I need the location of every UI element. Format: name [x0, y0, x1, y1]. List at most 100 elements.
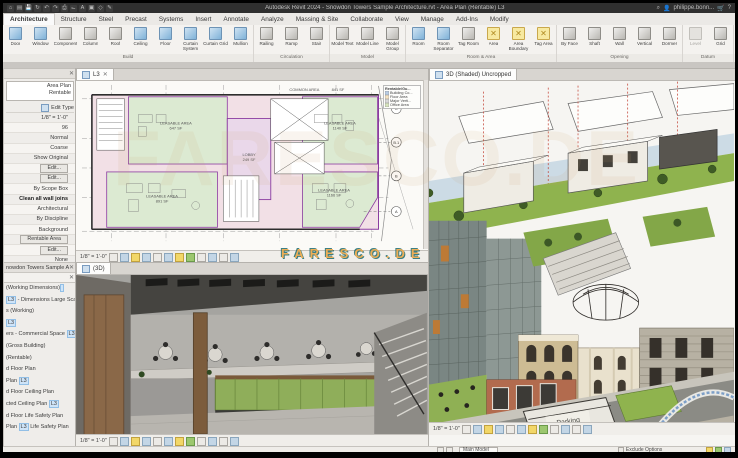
tree-item[interactable]: L3 — [4, 318, 76, 330]
color-scheme-button[interactable]: Rentable Area — [20, 235, 68, 244]
mullion-button[interactable]: Mullion — [228, 26, 253, 51]
roof-button[interactable]: Roof — [103, 26, 128, 51]
temporary-hide-icon[interactable] — [528, 425, 537, 434]
temporary-hide-icon[interactable] — [175, 253, 184, 262]
model-group-button[interactable]: Model Group — [380, 26, 405, 51]
temporary-view-properties-icon[interactable] — [208, 437, 217, 446]
reveal-hidden-icon[interactable] — [186, 437, 195, 446]
tree-item[interactable]: (Rentable) — [4, 353, 76, 365]
detail-level-icon[interactable] — [109, 437, 118, 446]
ramp-button[interactable]: Ramp — [279, 26, 304, 51]
close-icon[interactable]: ✕ — [69, 70, 74, 77]
constraints-icon[interactable] — [230, 253, 239, 262]
tag-area-button[interactable]: Tag Area — [531, 26, 556, 51]
interior-view-tab[interactable]: (3D) — [76, 262, 111, 274]
edit-button[interactable]: Edit... — [40, 246, 68, 255]
exterior-view-tab[interactable]: 3D (Shaded) Uncropped — [429, 68, 517, 80]
shaft-button[interactable]: Shaft — [582, 26, 607, 51]
scale-control[interactable]: 1/8" = 1'-0" — [433, 426, 460, 432]
tree-item[interactable]: d Floor Life Safety Plan — [4, 411, 76, 423]
reveal-hidden-icon[interactable] — [539, 425, 548, 434]
tab-structure[interactable]: Structure — [55, 14, 93, 25]
prop-wall-join-display[interactable]: Clean all wall joins — [4, 195, 76, 205]
temporary-hide-icon[interactable] — [175, 437, 184, 446]
worksharing-display-icon[interactable] — [197, 253, 206, 262]
tab-analyze[interactable]: Analyze — [255, 14, 290, 25]
tree-item[interactable]: s (Working) — [4, 306, 76, 318]
area-boundary-button[interactable]: Area Boundary — [506, 26, 531, 51]
prop-view-scale[interactable]: 1/8" = 1'-0" — [4, 113, 76, 123]
tag-room-button[interactable]: Tag Room — [456, 26, 481, 51]
prop-show-hidden-lines[interactable]: By Discipline — [4, 215, 76, 225]
set-button[interactable]: Set — [734, 26, 735, 51]
component-button[interactable]: Component — [53, 26, 78, 51]
close-icon[interactable]: ✕ — [69, 264, 74, 271]
hide-analytical-icon[interactable] — [219, 253, 228, 262]
shadows-icon[interactable] — [495, 425, 504, 434]
worksharing-display-icon[interactable] — [197, 437, 206, 446]
username[interactable]: philippe.bonn... — [673, 5, 714, 11]
constraints-icon[interactable] — [230, 437, 239, 446]
railing-button[interactable]: Railing — [254, 26, 279, 51]
design-options-icon[interactable] — [446, 447, 453, 452]
detail-level-icon[interactable] — [462, 425, 471, 434]
group-label-model[interactable]: Model — [330, 54, 405, 62]
show-crop-icon[interactable] — [164, 253, 173, 262]
group-label-work-plane[interactable]: Work Plane — [734, 54, 735, 62]
tree-item[interactable]: (Gross Building) — [4, 341, 76, 353]
worksharing-display-icon[interactable] — [550, 425, 559, 434]
group-label-room-area[interactable]: Room & Area — [406, 54, 556, 62]
scale-control[interactable]: 1/8" = 1'-0" — [80, 438, 107, 444]
browser-search-row[interactable]: ✕ — [4, 273, 76, 283]
crop-view-icon[interactable] — [506, 425, 515, 434]
measure-icon[interactable]: ⌳ — [70, 5, 77, 12]
sun-path-icon[interactable] — [484, 425, 493, 434]
tree-item[interactable]: d Floor Ceiling Plan — [4, 387, 76, 399]
interior-3d-canvas[interactable] — [76, 275, 427, 435]
close-tab-icon[interactable]: ✕ — [103, 71, 108, 78]
tab-addins[interactable]: Add-Ins — [450, 14, 484, 25]
section-icon[interactable]: ◇ — [97, 5, 104, 12]
tab-insert[interactable]: Insert — [189, 14, 217, 25]
curtain-system-button[interactable]: Curtain System — [178, 26, 203, 51]
prop-discipline[interactable]: Architectural — [4, 205, 76, 215]
tab-annotate[interactable]: Annotate — [217, 14, 255, 25]
constraints-icon[interactable] — [583, 425, 592, 434]
hide-analytical-icon[interactable] — [219, 437, 228, 446]
group-label-opening[interactable]: Opening — [557, 54, 682, 62]
home-icon[interactable]: ⌂ — [7, 5, 14, 12]
tab-view[interactable]: View — [389, 14, 415, 25]
room-separator-button[interactable]: Room Separator — [431, 26, 456, 51]
tree-item[interactable]: L3 - Dimensions Large Scale — [4, 295, 76, 307]
exclude-options-toggle[interactable]: Exclude Options — [618, 447, 662, 452]
prop-parts-visibility[interactable]: Show Original — [4, 154, 76, 164]
prop-color-scheme-location[interactable]: Background — [4, 225, 76, 235]
ceiling-button[interactable]: Ceiling — [128, 26, 153, 51]
prop-scale-value[interactable]: 96 — [4, 123, 76, 133]
sun-path-icon[interactable] — [131, 253, 140, 262]
selection-count-icon[interactable] — [724, 447, 731, 452]
prop-detail-level[interactable]: Coarse — [4, 144, 76, 154]
select-icon[interactable] — [715, 447, 722, 452]
sync-icon[interactable]: ↻ — [34, 5, 41, 12]
filter-icon[interactable] — [706, 447, 713, 452]
temporary-view-properties-icon[interactable] — [561, 425, 570, 434]
exterior-3d-canvas[interactable]: Parking — [429, 81, 734, 435]
model-line-button[interactable]: Model Line — [355, 26, 380, 51]
undo-icon[interactable]: ↶ — [43, 5, 50, 12]
thin-lines-icon[interactable]: ✎ — [106, 5, 113, 12]
type-selector[interactable]: Area Plan Rentable — [6, 81, 74, 101]
edit-type-row[interactable]: Edit Type — [6, 103, 74, 113]
quick-access-toolbar[interactable]: ⌂ ▤ 💾 ↻ ↶ ↷ ⎙ ⌳ A ▣ ◇ ✎ — [7, 5, 113, 12]
hide-analytical-icon[interactable] — [572, 425, 581, 434]
tree-item[interactable]: Plan L3 Life Safety Plan — [4, 422, 76, 434]
door-button[interactable]: Door — [3, 26, 28, 51]
group-label-circulation[interactable]: Circulation — [254, 54, 329, 62]
active-workset-dropdown[interactable]: Main Model — [459, 447, 498, 453]
by-face-button[interactable]: By Face — [557, 26, 582, 51]
tree-item[interactable]: cted Ceiling Plan L3 — [4, 399, 76, 411]
tree-item[interactable]: (Working Dimensions) — [4, 283, 76, 295]
temporary-view-properties-icon[interactable] — [208, 253, 217, 262]
show-crop-icon[interactable] — [164, 437, 173, 446]
print-icon[interactable]: ⎙ — [61, 5, 68, 12]
